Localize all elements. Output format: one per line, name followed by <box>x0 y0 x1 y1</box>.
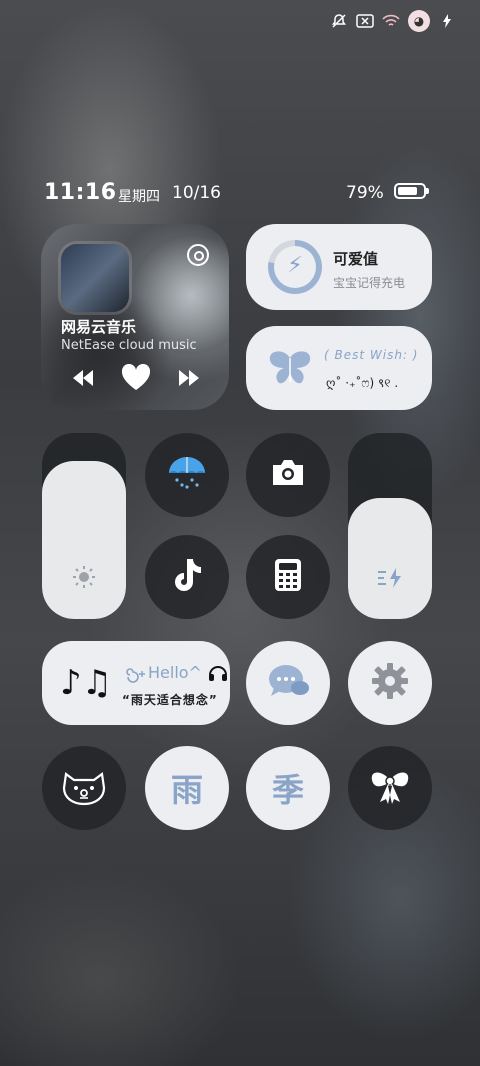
brightness-icon <box>42 566 126 593</box>
calculator-button[interactable] <box>246 535 330 619</box>
wish-widget[interactable]: ( Best Wish: ) ღ˚ ·₊˚ෆ) ९୧ . <box>246 326 432 410</box>
rain-char: 雨 <box>170 771 203 809</box>
date: 10/16 <box>172 183 221 203</box>
wish-line1: ( Best Wish: ) <box>324 348 419 362</box>
like-icon[interactable] <box>121 363 151 396</box>
wifi-icon <box>382 13 400 29</box>
message-button[interactable] <box>246 641 330 725</box>
battery-percent: 79% <box>346 183 384 203</box>
dnd-off-icon <box>330 13 348 29</box>
umbrella-icon <box>167 453 207 497</box>
umbrella-button[interactable] <box>145 433 229 517</box>
next-icon[interactable] <box>177 369 201 391</box>
battery-widget[interactable]: ⚡ 可爱值 宝宝记得充电 <box>246 224 432 310</box>
tiktok-icon <box>171 557 203 597</box>
battery-widget-subtitle: 宝宝记得充电 <box>333 276 406 290</box>
album-art <box>61 244 129 312</box>
season-char: 季 <box>271 771 304 809</box>
brightness-slider[interactable] <box>42 433 126 619</box>
gear-icon <box>370 661 410 705</box>
chat-bubble-icon <box>266 662 310 704</box>
butterfly-icon <box>266 348 314 394</box>
hello-quote: “雨天适合想念” <box>122 693 218 707</box>
status-bar: ◕ <box>330 10 456 32</box>
music-subtitle: NetEase cloud music <box>61 338 197 353</box>
hello-text: Hello^ <box>148 663 202 682</box>
bolt-icon: ⚡ <box>287 253 303 278</box>
swirl-icon <box>122 665 146 687</box>
battery-ring: ⚡ <box>268 240 322 294</box>
previous-icon[interactable] <box>71 369 95 391</box>
power-saving-icon <box>348 568 432 593</box>
headphones-icon <box>208 663 228 685</box>
music-widget[interactable]: 网易云音乐 NetEase cloud music <box>41 224 229 410</box>
calculator-icon <box>274 558 302 596</box>
battery-icon <box>394 183 429 199</box>
rain-tile[interactable]: 雨 <box>145 746 229 830</box>
season-tile[interactable]: 季 <box>246 746 330 830</box>
tiktok-button[interactable] <box>145 535 229 619</box>
no-sim-icon <box>356 13 374 29</box>
clock: 11:16 <box>44 180 117 205</box>
avatar-icon: ◕ <box>408 10 430 32</box>
hello-widget[interactable]: ♪♫ Hello^ “雨天适合想念” <box>42 641 230 725</box>
charging-icon <box>438 13 456 29</box>
battery-widget-title: 可爱值 <box>333 250 379 268</box>
cat-button[interactable] <box>42 746 126 830</box>
weekday: 星期四 <box>118 189 160 205</box>
music-title: 网易云音乐 <box>61 318 137 336</box>
charging-slider[interactable] <box>348 433 432 619</box>
camera-icon <box>269 457 307 493</box>
cat-face-icon <box>60 766 108 810</box>
settings-button[interactable] <box>348 641 432 725</box>
bow-button[interactable] <box>348 746 432 830</box>
music-controls <box>71 363 201 396</box>
netease-logo-icon <box>187 244 209 266</box>
wish-line2: ღ˚ ·₊˚ෆ) ९୧ . <box>326 376 399 390</box>
camera-button[interactable] <box>246 433 330 517</box>
umbrella-art <box>131 234 229 354</box>
bow-icon <box>368 766 412 810</box>
music-notes: ♪♫ <box>60 663 113 703</box>
